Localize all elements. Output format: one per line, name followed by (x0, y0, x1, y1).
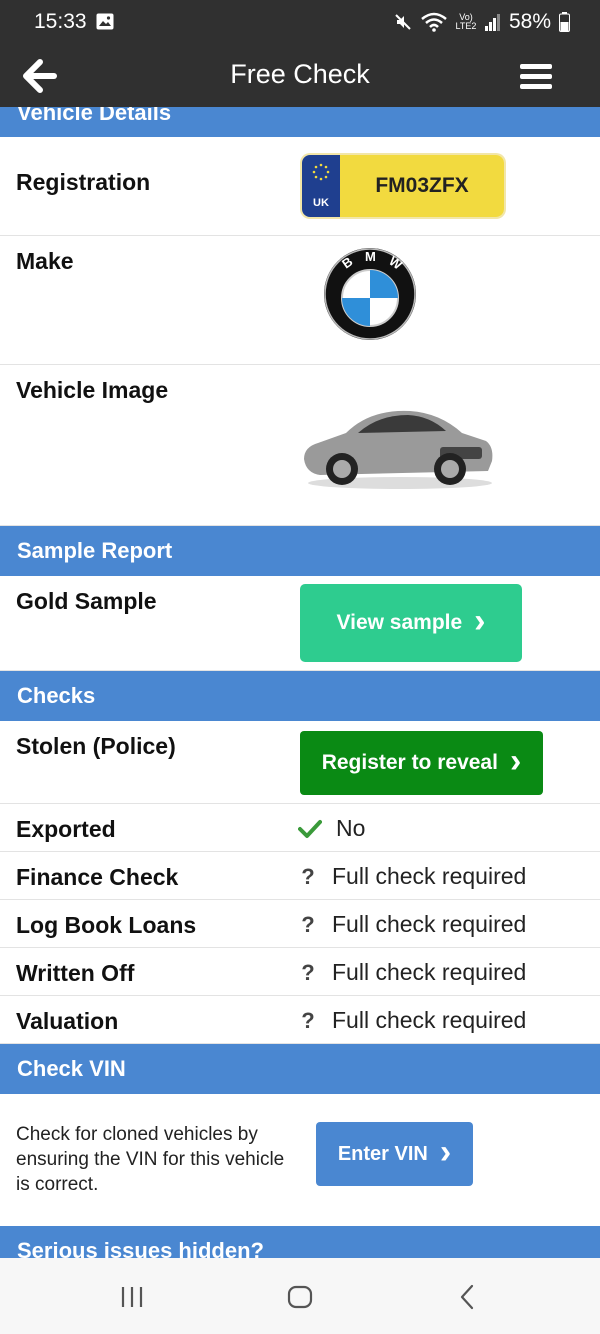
register-to-reveal-button[interactable]: Register to reveal › (300, 731, 543, 795)
wifi-icon (421, 12, 447, 32)
check-row-value-wrap: ? Full check required (298, 863, 526, 890)
view-sample-label: View sample (336, 611, 463, 634)
section-header-serious-issues: Serious issues hidden? (0, 1226, 600, 1258)
check-row-value: Full check required (332, 863, 527, 889)
section-header-checks: Checks (0, 671, 600, 721)
view-sample-button[interactable]: View sample › (300, 584, 522, 662)
check-row-value-wrap: ? Full check required (298, 911, 526, 938)
check-row-value: Full check required (332, 959, 527, 985)
recent-apps-icon[interactable] (120, 1286, 144, 1308)
make-label: Make (16, 248, 74, 274)
section-header-check-vin: Check VIN (0, 1044, 600, 1094)
chevron-right-icon: › (509, 742, 522, 780)
check-row-value: No (336, 815, 366, 841)
gold-sample-label: Gold Sample (16, 588, 157, 614)
section-header-vehicle-details: Vehicle Details (0, 107, 600, 137)
enter-vin-button[interactable]: Enter VIN › (316, 1122, 473, 1186)
check-row-value-wrap: ? Full check required (298, 1007, 526, 1034)
back-nav-icon[interactable] (459, 1284, 475, 1310)
plate-country: UK (313, 197, 329, 209)
check-row-value-wrap: No (298, 815, 365, 842)
row-check-vin: Check for cloned vehicles by ensuring th… (0, 1094, 600, 1226)
status-icons: Vo) LTE2 58% (393, 10, 570, 34)
plate-number: FM03ZFX (340, 155, 504, 217)
battery-icon (559, 12, 570, 32)
check-row: Finance Check ? Full check required (0, 852, 600, 900)
question-icon: ? (301, 863, 315, 889)
system-navigation-bar (0, 1258, 600, 1334)
check-row: Exported No (0, 804, 600, 852)
scroll-content[interactable]: Vehicle Details Registration UK FM03ZFX … (0, 107, 600, 1258)
bmw-logo-icon: B M W (324, 248, 416, 340)
check-row-label: Written Off (16, 960, 135, 986)
vehicle-image-label: Vehicle Image (16, 377, 169, 403)
hamburger-menu-icon[interactable] (520, 64, 552, 90)
check-row: Valuation ? Full check required (0, 996, 600, 1044)
question-icon: ? (301, 1007, 315, 1033)
check-row-value: Full check required (332, 1007, 527, 1033)
question-icon: ? (301, 911, 315, 937)
network-type: Vo) LTE2 (455, 12, 477, 31)
question-icon: ? (301, 959, 315, 985)
status-time: 15:33 (34, 10, 87, 33)
gallery-notification-icon (96, 13, 114, 30)
page-title: Free Check (230, 59, 370, 89)
number-plate: UK FM03ZFX (302, 155, 504, 217)
row-vehicle-image: Vehicle Image (0, 365, 600, 526)
check-row-value-wrap: ? Full check required (298, 959, 526, 986)
battery-percent: 58% (508, 10, 551, 33)
check-row-label: Log Book Loans (16, 912, 197, 938)
chevron-right-icon: › (439, 1133, 452, 1171)
status-bar: 15:33 Vo) LTE2 58% (0, 0, 600, 44)
enter-vin-label: Enter VIN (337, 1142, 428, 1165)
row-stolen-police: Stolen (Police) Register to reveal › (0, 721, 600, 804)
check-row: Written Off ? Full check required (0, 948, 600, 996)
row-gold-sample: Gold Sample View sample › (0, 576, 600, 671)
svg-text:M: M (365, 249, 376, 264)
signal-icon (484, 14, 500, 31)
check-row: Log Book Loans ? Full check required (0, 900, 600, 948)
registration-label: Registration (16, 169, 151, 195)
home-icon[interactable] (287, 1285, 313, 1309)
vin-description: Check for cloned vehicles by ensuring th… (16, 1124, 285, 1195)
app-bar: Free Check (0, 44, 600, 107)
section-header-sample-report: Sample Report (0, 526, 600, 576)
check-row-label: Finance Check (16, 864, 179, 890)
stolen-police-label: Stolen (Police) (16, 733, 176, 759)
car-image (304, 410, 493, 489)
eu-flag-icon: UK (302, 155, 340, 217)
check-row-label: Valuation (16, 1008, 119, 1034)
chevron-right-icon: › (474, 602, 486, 640)
check-icon (298, 819, 322, 838)
row-make: Make B M W (0, 236, 600, 365)
mute-icon (395, 14, 411, 30)
check-row-label: Exported (16, 816, 116, 842)
register-to-reveal-label: Register to reveal (321, 751, 498, 774)
row-registration: Registration UK FM03ZFX (0, 137, 600, 236)
check-row-value: Full check required (332, 911, 527, 937)
